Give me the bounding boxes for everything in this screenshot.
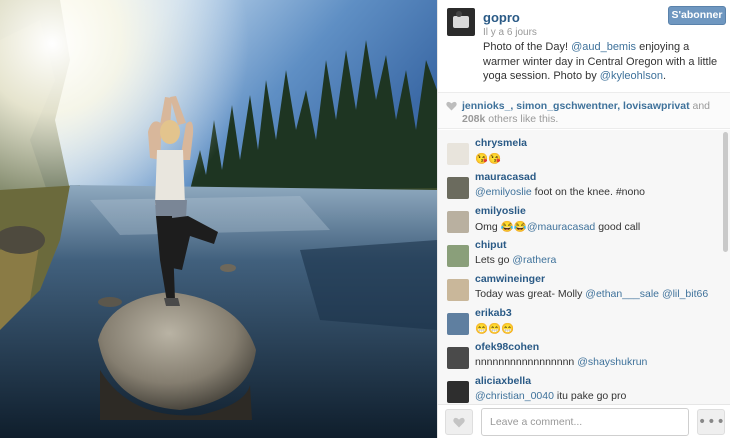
like-button[interactable]	[445, 409, 473, 435]
likes-suffix: others like this.	[485, 113, 559, 125]
comment-mention[interactable]: @christian_0040	[475, 390, 554, 402]
comment-text: Lets go @rathera	[475, 254, 556, 266]
likers-names[interactable]: jennioks_, simon_gschwentner, lovisawpri…	[462, 100, 690, 112]
comment-text: Today was great- Molly @ethan___sale @li…	[475, 288, 708, 300]
comment-text: @christian_0040 itu pake go pro	[475, 390, 626, 402]
post-username[interactable]: gopro	[483, 10, 520, 25]
caption-text: Photo of the Day!	[483, 41, 572, 53]
caption-mention-aud-bemis[interactable]: @aud_bemis	[571, 41, 636, 53]
comment-text: nnnnnnnnnnnnnnnnn @shayshukrun	[475, 356, 647, 368]
comment-username[interactable]: camwineinger	[475, 273, 545, 285]
likes-summary: jennioks_, simon_gschwentner, lovisawpri…	[438, 92, 730, 129]
avatar[interactable]	[447, 211, 469, 233]
comment-mention[interactable]: @lil_bit66	[662, 288, 708, 300]
comment-body: Omg 😂😂	[475, 221, 527, 233]
comments-scrollbar[interactable]	[723, 132, 728, 252]
likes-count[interactable]: 208k	[462, 113, 485, 125]
comment-body: good call	[595, 221, 641, 233]
post-photo[interactable]	[0, 0, 437, 438]
more-options-button[interactable]: •••	[697, 409, 725, 435]
avatar[interactable]	[447, 245, 469, 267]
comment-text: 😁😁😁	[475, 323, 515, 335]
likes-and: and	[689, 100, 711, 112]
comment-item: camwineinger Today was great- Molly @eth…	[438, 270, 723, 304]
comment-mention[interactable]: @ethan___sale	[585, 288, 659, 300]
comment-mention[interactable]: @emilyoslie	[475, 186, 532, 198]
camera-lens	[456, 11, 462, 17]
comment-item: chrysmela 😘😘	[438, 134, 723, 168]
heart-icon	[446, 101, 457, 111]
caption-text: .	[662, 70, 667, 82]
avatar[interactable]	[447, 8, 475, 36]
comment-mention[interactable]: @shayshukrun	[577, 356, 647, 368]
comment-username[interactable]: chiput	[475, 239, 507, 251]
comment-mention[interactable]: @mauracasad	[527, 221, 595, 233]
camera-icon	[453, 16, 469, 28]
comment-item: mauracasad @emilyoslie foot on the knee.…	[438, 168, 723, 202]
comment-username[interactable]: chrysmela	[475, 137, 527, 149]
comment-item: aliciaxbella @christian_0040 itu pake go…	[438, 372, 723, 404]
follow-button[interactable]: S'abonner	[668, 6, 726, 25]
post-side-panel: gopro Il y a 6 jours S'abonner Photo of …	[437, 0, 730, 438]
comment-body: foot on the knee. #nono	[531, 186, 646, 198]
caption-mention-kyleohlson[interactable]: @kyleohlson	[600, 70, 663, 82]
comment-text: Omg 😂😂@mauracasad good call	[475, 220, 640, 233]
post-time-ago: Il y a 6 jours	[483, 27, 537, 38]
comment-item: chiput Lets go @rathera	[438, 236, 723, 270]
comment-body: itu pake go pro	[553, 390, 627, 402]
post-header: gopro Il y a 6 jours S'abonner Photo of …	[438, 0, 730, 92]
post-caption: Photo of the Day! @aud_bemis enjoying a …	[483, 40, 723, 84]
comment-username[interactable]: mauracasad	[475, 171, 536, 183]
comment-body: Lets go	[475, 254, 513, 266]
avatar[interactable]	[447, 279, 469, 301]
comment-text: 😘😘	[475, 153, 502, 165]
comment-item: ofek98cohen nnnnnnnnnnnnnnnnn @shayshukr…	[438, 338, 723, 372]
yoga-river-photo	[0, 0, 437, 438]
avatar[interactable]	[447, 313, 469, 335]
comment-item: emilyoslie Omg 😂😂@mauracasad good call	[438, 202, 723, 236]
comment-username[interactable]: erikab3	[475, 307, 512, 319]
comment-text: @emilyoslie foot on the knee. #nono	[475, 186, 645, 198]
heart-icon	[453, 417, 465, 428]
comments-list[interactable]: chrysmela 😘😘 mauracasad @emilyoslie foot…	[438, 130, 730, 404]
comment-input[interactable]	[481, 408, 689, 436]
comment-body: Today was great- Molly	[475, 288, 586, 300]
comment-username[interactable]: emilyoslie	[475, 205, 526, 217]
comment-username[interactable]: aliciaxbella	[475, 375, 531, 387]
comment-username[interactable]: ofek98cohen	[475, 341, 539, 353]
avatar[interactable]	[447, 347, 469, 369]
avatar[interactable]	[447, 381, 469, 403]
comment-mention[interactable]: @rathera	[512, 254, 556, 266]
comment-composer: •••	[438, 404, 730, 438]
avatar[interactable]	[447, 143, 469, 165]
avatar[interactable]	[447, 177, 469, 199]
comment-item: erikab3 😁😁😁	[438, 304, 723, 338]
comment-body: nnnnnnnnnnnnnnnnn	[475, 356, 578, 368]
